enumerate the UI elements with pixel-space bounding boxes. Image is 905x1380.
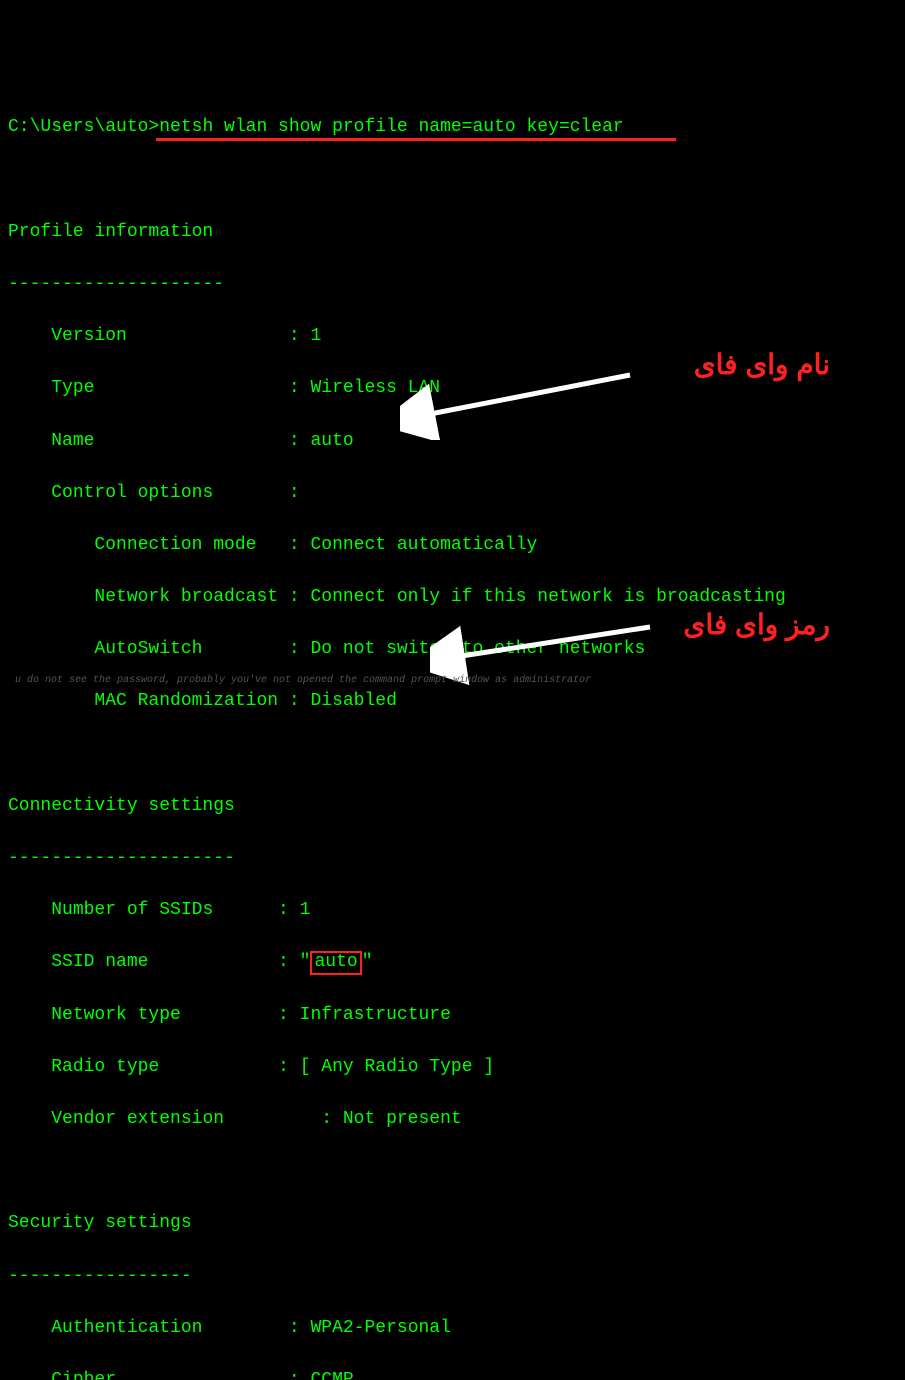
name-label: Name — [51, 431, 94, 451]
number-ssids-value: 1 — [300, 900, 311, 920]
ssid-name-label: SSID name — [51, 952, 148, 972]
blank-line-2 — [8, 741, 897, 767]
connection-mode-label: Connection mode — [94, 535, 256, 555]
vendor-extension-label: Vendor extension — [51, 1109, 224, 1129]
control-options-row: Control options : — [8, 480, 897, 506]
mac-randomization-value: Disabled — [310, 691, 396, 711]
security-divider: ----------------- — [8, 1263, 897, 1289]
control-options-label: Control options — [51, 483, 213, 503]
connectivity-divider: --------------------- — [8, 845, 897, 871]
authentication-value: WPA2-Personal — [310, 1318, 450, 1338]
authentication-label: Authentication — [51, 1318, 202, 1338]
mac-randomization-label: MAC Randomization — [94, 691, 278, 711]
network-type-value: Infrastructure — [300, 1005, 451, 1025]
command-underline — [156, 138, 676, 141]
cipher-label: Cipher — [51, 1370, 116, 1380]
name-row: Name : auto — [8, 428, 897, 454]
radio-type-label: Radio type — [51, 1057, 159, 1077]
profile-info-header: Profile information — [8, 219, 897, 245]
version-value: 1 — [310, 326, 321, 346]
ssid-name-value: auto — [314, 952, 357, 972]
command-prompt-line[interactable]: C:\Users\auto>netsh wlan show profile na… — [8, 114, 897, 140]
number-ssids-row: Number of SSIDs : 1 — [8, 897, 897, 923]
connectivity-header: Connectivity settings — [8, 793, 897, 819]
profile-info-divider: -------------------- — [8, 271, 897, 297]
wifi-name-annotation: نام وای فای — [694, 345, 830, 386]
version-label: Version — [51, 326, 127, 346]
connection-mode-row: Connection mode : Connect automatically — [8, 532, 897, 558]
network-type-row: Network type : Infrastructure — [8, 1002, 897, 1028]
type-value: Wireless LAN — [310, 378, 440, 398]
security-header: Security settings — [8, 1210, 897, 1236]
radio-type-row: Radio type : [ Any Radio Type ] — [8, 1054, 897, 1080]
autoswitch-label: AutoSwitch — [94, 639, 202, 659]
radio-type-value: [ Any Radio Type ] — [300, 1057, 494, 1077]
type-label: Type — [51, 378, 94, 398]
vendor-extension-row: Vendor extension : Not present — [8, 1106, 897, 1132]
blank-line-3 — [8, 1158, 897, 1184]
command-text: netsh wlan show profile name=auto key=cl… — [159, 117, 623, 137]
network-type-label: Network type — [51, 1005, 181, 1025]
admin-hint: u do not see the password, probably you'… — [15, 674, 591, 689]
name-value: auto — [310, 431, 353, 451]
autoswitch-value: Do not switch to other networks — [310, 639, 645, 659]
ssid-quote-open: " — [300, 952, 311, 972]
prompt-path: C:\Users\auto> — [8, 117, 159, 137]
network-broadcast-label: Network broadcast — [94, 587, 278, 607]
mac-randomization-row: MAC Randomization : Disabled — [8, 688, 897, 714]
ssid-name-value-box: auto — [310, 951, 361, 975]
blank-line — [8, 167, 897, 193]
wifi-password-annotation: رمز وای فای — [683, 605, 830, 646]
ssid-quote-close: " — [362, 952, 373, 972]
authentication-row: Authentication : WPA2-Personal — [8, 1315, 897, 1341]
ssid-name-row: SSID name : "auto" — [8, 949, 897, 975]
cipher-value: CCMP — [310, 1370, 353, 1380]
cipher-row: Cipher : CCMP — [8, 1367, 897, 1380]
number-ssids-label: Number of SSIDs — [51, 900, 213, 920]
vendor-extension-value: Not present — [343, 1109, 462, 1129]
connection-mode-value: Connect automatically — [310, 535, 537, 555]
